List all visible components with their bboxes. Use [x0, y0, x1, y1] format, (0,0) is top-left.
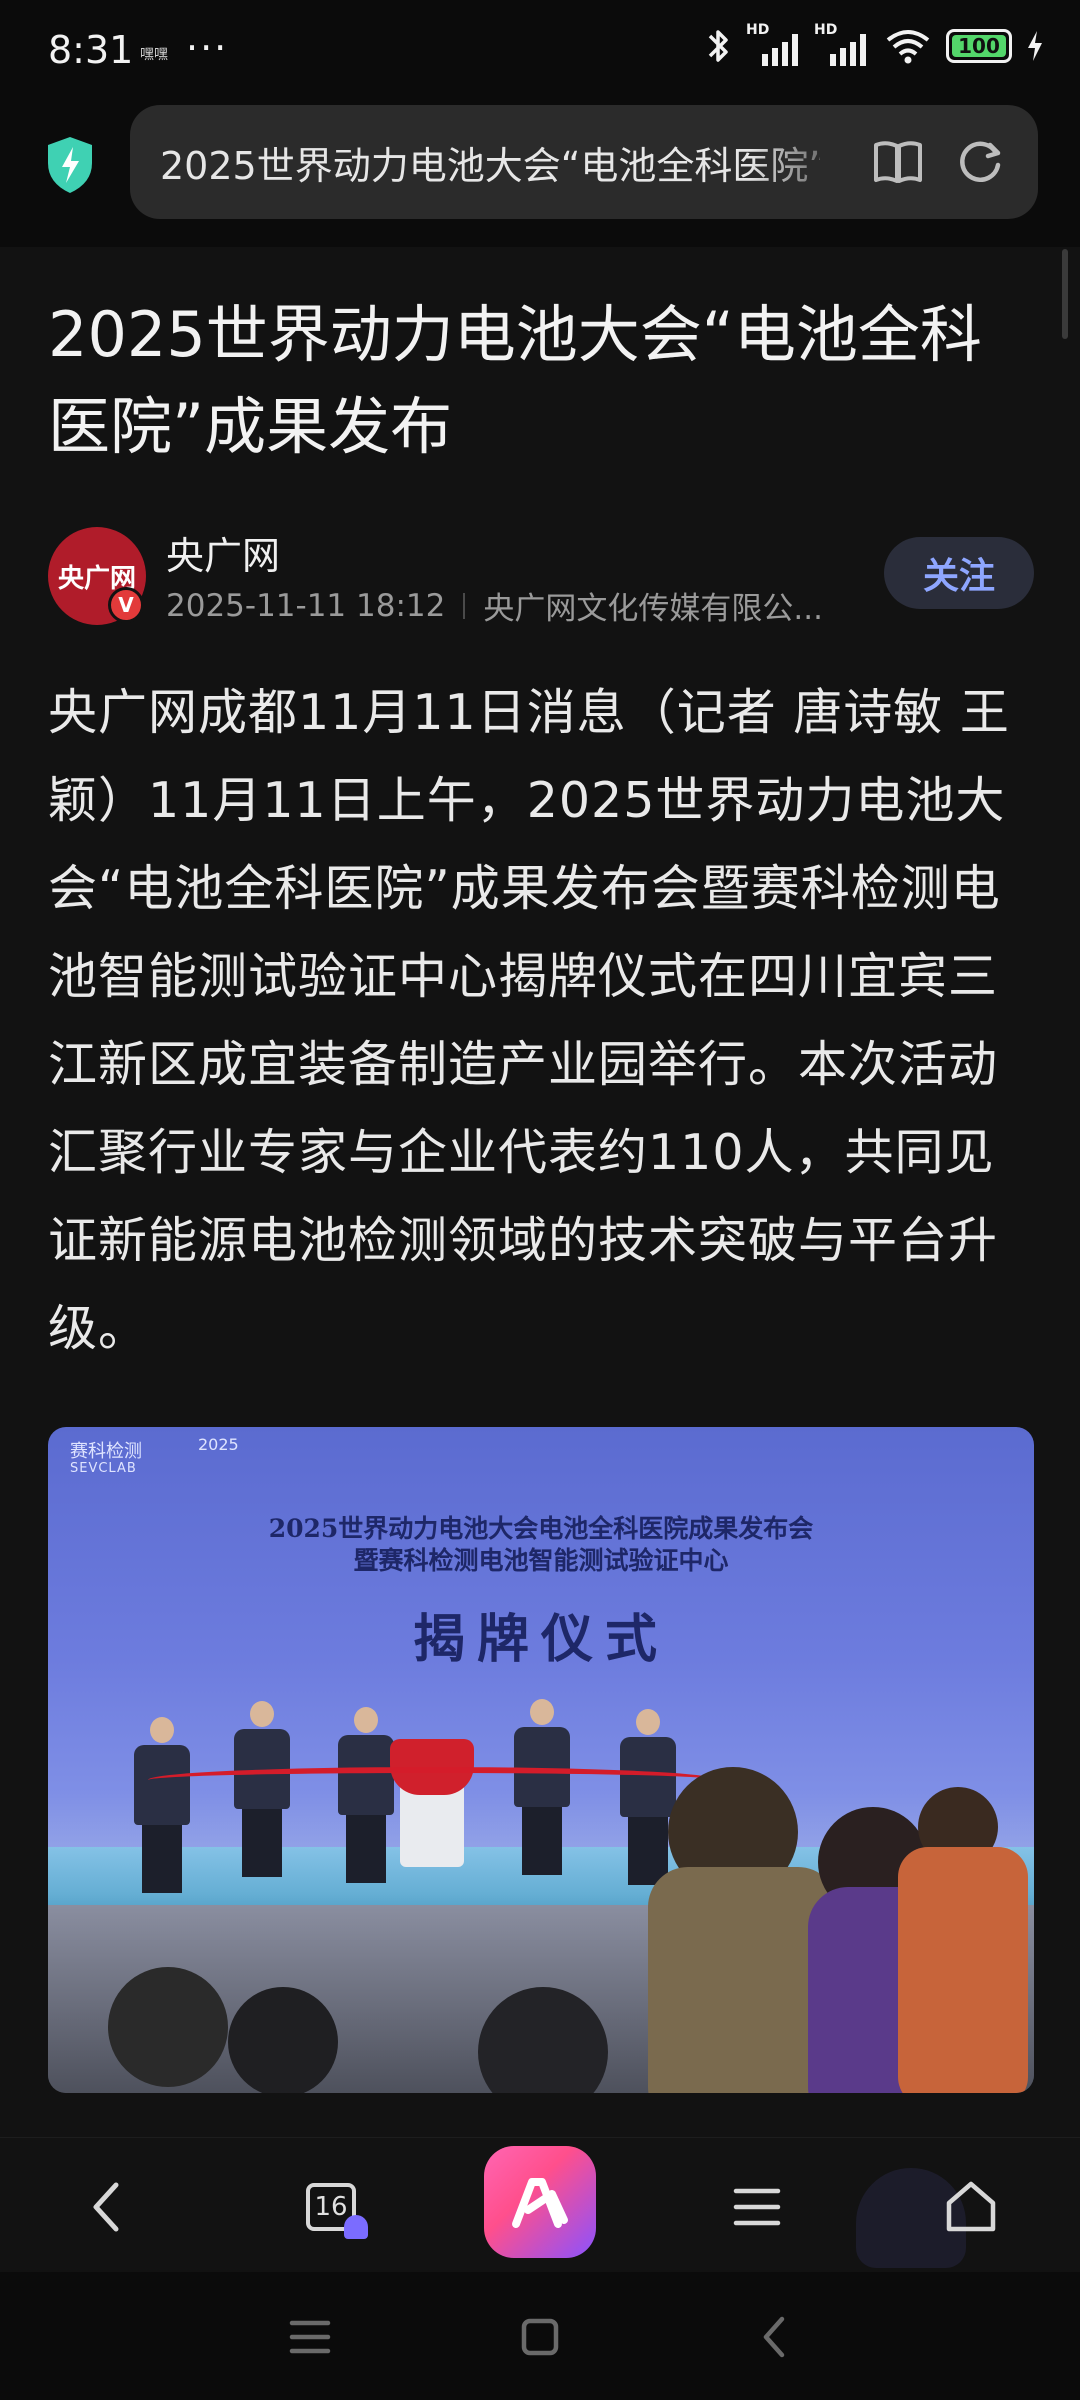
- recent-apps-icon: [289, 2320, 331, 2354]
- photo-person: [134, 1717, 190, 1893]
- back-icon: [93, 2182, 119, 2232]
- menu-icon: [733, 2188, 781, 2226]
- incognito-ghost-icon: [344, 2215, 368, 2239]
- shield-icon[interactable]: [44, 135, 96, 195]
- photo-headline-3: 揭牌仪式: [412, 1609, 669, 1670]
- signal-hd-label: HD: [814, 22, 838, 38]
- bluetooth-icon: [708, 30, 728, 62]
- signal-icon: HD: [814, 22, 870, 66]
- recent-apps-button[interactable]: [270, 2302, 350, 2372]
- scroll-indicator[interactable]: [1062, 249, 1068, 339]
- photo-headline-2: 暨赛科检测电池智能测试验证中心: [353, 1546, 729, 1575]
- photo-logo-en: SEVCLAB: [70, 1461, 137, 1476]
- battery-level: 100: [958, 34, 1000, 58]
- reload-icon[interactable]: [954, 135, 1006, 187]
- battery-icon: 100: [946, 29, 1012, 63]
- back-button[interactable]: [66, 2162, 146, 2252]
- url-fade: [750, 115, 860, 209]
- home-nav-icon: [521, 2318, 559, 2356]
- system-nav-bar: [0, 2272, 1080, 2400]
- article-content: 2025世界动力电池大会“电池全科医院”成果发布 央广网 V 央广网 2025-…: [0, 247, 1080, 2137]
- verified-badge: V: [108, 587, 144, 623]
- status-time: 8:31: [48, 28, 134, 72]
- home-nav-button[interactable]: [500, 2302, 580, 2372]
- home-button[interactable]: [926, 2162, 1016, 2252]
- url-text[interactable]: 2025世界动力电池大会“电池全科医院”成果发布: [160, 135, 820, 190]
- home-icon: [946, 2181, 996, 2232]
- article-title: 2025世界动力电池大会“电池全科医院”成果发布: [48, 298, 982, 463]
- publish-date: 2025-11-11 18:12: [166, 587, 446, 624]
- photo-logo-year: 2025: [198, 1435, 239, 1454]
- wifi-icon: [886, 30, 930, 64]
- photo-crowd: [228, 1987, 338, 2093]
- photo-person: [338, 1707, 394, 1883]
- photo-headline-1: 2025世界动力电池大会电池全科医院成果发布会: [268, 1514, 814, 1543]
- signal-icon: HD: [746, 22, 802, 66]
- tabs-button[interactable]: 16: [286, 2162, 376, 2252]
- address-bar: 2025世界动力电池大会“电池全科医院”成果发布: [0, 105, 1080, 247]
- photo-person: [620, 1709, 676, 1885]
- back-nav-button[interactable]: [734, 2302, 814, 2372]
- menu-button[interactable]: [712, 2162, 802, 2252]
- author-name[interactable]: 央广网: [166, 525, 280, 580]
- publisher-name: 央广网文化传媒有限公...: [483, 591, 823, 627]
- photo-logo-cn: 赛科检测: [70, 1441, 142, 1462]
- ai-assistant-button[interactable]: [484, 2146, 596, 2258]
- status-more-dots: ···: [186, 26, 229, 70]
- reader-mode-icon[interactable]: [872, 137, 924, 185]
- tab-count: 16: [314, 2192, 348, 2222]
- status-bar: 8:31 嘿嘿 ··· HD HD 100: [0, 0, 1080, 105]
- status-right-icons: HD HD 100: [702, 22, 1044, 66]
- article-body: 央广网成都11月11日消息（记者 唐诗敏 王颖）11月11日上午，2025世界动…: [48, 684, 1010, 1357]
- photo-crowd: [898, 1847, 1028, 2093]
- meta-divider: [463, 592, 466, 619]
- back-nav-icon: [763, 2316, 785, 2358]
- ai-assistant-icon: [512, 2178, 568, 2228]
- article-photo[interactable]: 赛科检测 SEVCLAB 2025 2025世界动力电池大会电池全科医院成果发布…: [48, 1427, 1034, 2093]
- photo-crowd: [108, 1967, 228, 2087]
- url-box[interactable]: 2025世界动力电池大会“电池全科医院”成果发布: [130, 105, 1038, 219]
- browser-toolbar: 16: [0, 2137, 1080, 2272]
- article-meta: 2025-11-11 18:12 央广网文化传媒有限公...: [166, 583, 823, 628]
- signal-hd-label: HD: [746, 22, 770, 38]
- tabs-icon: 16: [306, 2183, 368, 2239]
- photo-ribbon: [148, 1767, 718, 1793]
- charging-icon: [1028, 31, 1042, 61]
- follow-button[interactable]: 关注: [884, 537, 1034, 609]
- status-small-label: 嘿嘿: [140, 47, 168, 63]
